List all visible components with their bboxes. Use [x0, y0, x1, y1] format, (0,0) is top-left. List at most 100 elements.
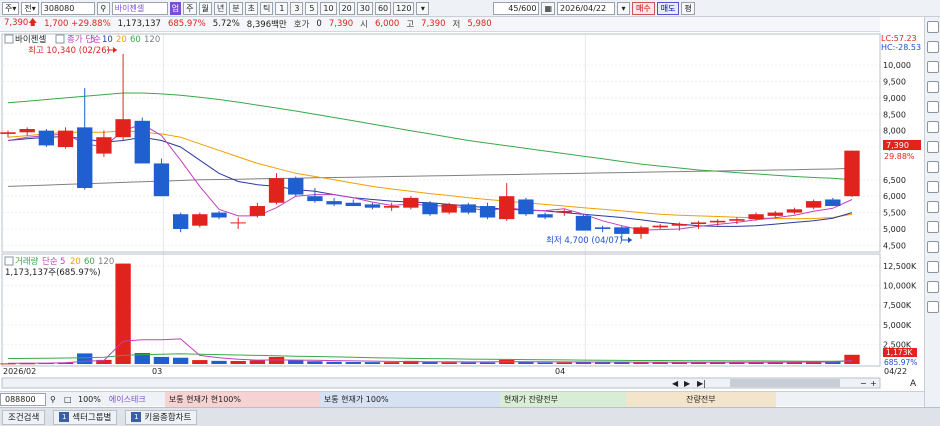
period-btn-minute[interactable]: 분 — [229, 1, 243, 15]
font-size-icon[interactable]: A — [910, 379, 917, 389]
zoom-icon[interactable] — [927, 81, 939, 93]
tab-condition-search[interactable]: 조건검색 — [2, 409, 46, 425]
eval-button[interactable]: 평 — [681, 1, 695, 15]
candle-body — [383, 206, 400, 208]
ask-label: 호가 — [293, 20, 310, 30]
date-value: 2026/04/22 — [560, 3, 607, 13]
calendar-icon[interactable]: ▦ — [541, 1, 555, 15]
interval-btn-20[interactable]: 20 — [338, 1, 355, 15]
period-select[interactable]: 주 ▾ — [2, 1, 20, 15]
settings-icon[interactable] — [927, 21, 939, 33]
rectangle-tool-icon[interactable] — [927, 201, 939, 213]
price-y-tick: 9,500 — [883, 77, 906, 86]
interval-btn-5[interactable]: 5 — [305, 1, 319, 15]
stock-chart[interactable]: 10,0009,5009,0008,5008,0007,5006,5006,00… — [0, 32, 924, 391]
candle-body — [786, 209, 803, 213]
checkbox-icon[interactable]: □ — [60, 392, 74, 407]
interval-btn-30[interactable]: 30 — [356, 1, 373, 15]
volume-legend-ma20: 20 — [70, 257, 81, 267]
tab-sector-group[interactable]: 1 섹터그룹별 — [53, 409, 118, 425]
fibonacci-icon[interactable] — [927, 141, 939, 153]
low-label: 저 — [452, 20, 461, 30]
volume-y-tick: 5,000K — [883, 321, 912, 330]
order-search-icon[interactable]: ⚲ — [46, 392, 60, 407]
channel-icon[interactable] — [927, 161, 939, 173]
sell-button[interactable]: 매도 — [656, 1, 680, 15]
interval-btn-1[interactable]: 1 — [275, 1, 289, 15]
date-field[interactable]: 2026/04/22 — [557, 1, 615, 15]
x-label-feb: 2026/02 — [3, 367, 36, 376]
buy-button[interactable]: 매수 — [632, 1, 655, 15]
order-stock-name: 에이스테크 — [108, 394, 146, 404]
interval-btn-3[interactable]: 3 — [290, 1, 304, 15]
horizontal-line-icon[interactable] — [927, 121, 939, 133]
candle-body — [268, 178, 285, 203]
period-btn-tick[interactable]: 틱 — [260, 1, 274, 15]
volume-panel-toggle-icon[interactable] — [4, 256, 14, 266]
volume-ratio: 685.97% — [167, 19, 206, 29]
sector-tag[interactable]: 업 — [169, 1, 182, 15]
layers-icon[interactable] — [927, 301, 939, 313]
scroll-right-icon[interactable]: ▶ — [684, 379, 691, 388]
market-select[interactable]: 전 ▾ — [21, 1, 39, 15]
order-cell-1[interactable]: 보통 현재가 현100% — [164, 391, 320, 407]
candle-body — [594, 227, 611, 229]
market-select-value: 전 — [24, 3, 32, 13]
stock-code-input[interactable]: 308080 — [40, 1, 95, 15]
interval-btn-10[interactable]: 10 — [320, 1, 337, 15]
candle-body — [479, 206, 496, 218]
period-btn-year[interactable]: 년 — [213, 1, 228, 15]
panel-toggle-icon[interactable] — [4, 34, 14, 44]
order-zoom: 100% — [78, 394, 101, 404]
volume-legend-ma-label: 단순 — [42, 256, 58, 267]
order-cell-4[interactable]: 잔량전부 — [625, 391, 776, 407]
scroll-left-icon[interactable]: ◀ — [672, 379, 679, 388]
interval-btn-60[interactable]: 60 — [374, 1, 392, 15]
eraser-icon[interactable] — [927, 241, 939, 253]
candle-body — [0, 132, 16, 134]
zoom-in-icon[interactable]: + — [870, 379, 877, 388]
magnet-icon[interactable] — [927, 281, 939, 293]
page-count-field[interactable]: 45/600 — [493, 1, 540, 15]
arrow-tool-icon[interactable] — [927, 221, 939, 233]
quote-bar: 7,390🡅 1,700 +29.88% 1,173,137 685.97% 5… — [0, 17, 880, 32]
volume-tag-text: 1,173K — [886, 348, 913, 357]
search-icon[interactable]: ⚲ — [96, 1, 110, 15]
period-btn-second[interactable]: 초 — [244, 1, 259, 15]
legend-toggle-icon[interactable] — [55, 34, 65, 44]
date-dropdown-icon[interactable]: ▾ — [617, 1, 630, 15]
order-cell-2[interactable]: 보통 현재가 100% — [319, 391, 500, 407]
open-value: 6,000 — [375, 19, 400, 29]
pointer-icon[interactable] — [927, 61, 939, 73]
open-label: 시 — [360, 20, 368, 30]
volume-bar — [460, 362, 477, 364]
trendline-icon[interactable] — [927, 101, 939, 113]
crosshair-icon[interactable] — [927, 41, 939, 53]
volume-bar — [345, 362, 361, 364]
scrollbar-thumb[interactable] — [730, 379, 840, 387]
legend-ma5: 5 — [90, 35, 95, 45]
order-cell-3[interactable]: 현재가 잔량전부 — [499, 391, 626, 407]
dropdown-icon[interactable]: ▾ — [416, 1, 430, 15]
candle-body — [671, 224, 688, 226]
scroll-end-icon[interactable]: ▶| — [697, 379, 706, 388]
up-arrow-icon: 🡅 — [28, 18, 38, 28]
volume-bar — [556, 362, 572, 364]
stock-name-field[interactable]: 바이젠셀 — [111, 1, 168, 15]
period-btn-month[interactable]: 월 — [198, 1, 212, 15]
price-panel-name: 바이젠셀 — [15, 34, 46, 45]
right-tool-strip — [924, 17, 940, 407]
lock-icon[interactable] — [927, 261, 939, 273]
volume-bar — [115, 263, 131, 364]
interval-btn-120[interactable]: 120 — [393, 1, 415, 15]
candle-body — [307, 196, 323, 202]
tab-kiwoom-chart[interactable]: 1 키움종합차트 — [125, 409, 198, 425]
candle-body — [805, 201, 822, 208]
order-code-input[interactable]: 088800 — [0, 392, 46, 406]
zoom-out-icon[interactable]: − — [860, 379, 867, 388]
text-tool-icon[interactable] — [927, 181, 939, 193]
period-btn-week[interactable]: 주 — [183, 1, 197, 15]
volume-bar — [249, 360, 266, 364]
turnover-value: 5.72% — [212, 19, 240, 29]
candle-body — [518, 199, 534, 215]
